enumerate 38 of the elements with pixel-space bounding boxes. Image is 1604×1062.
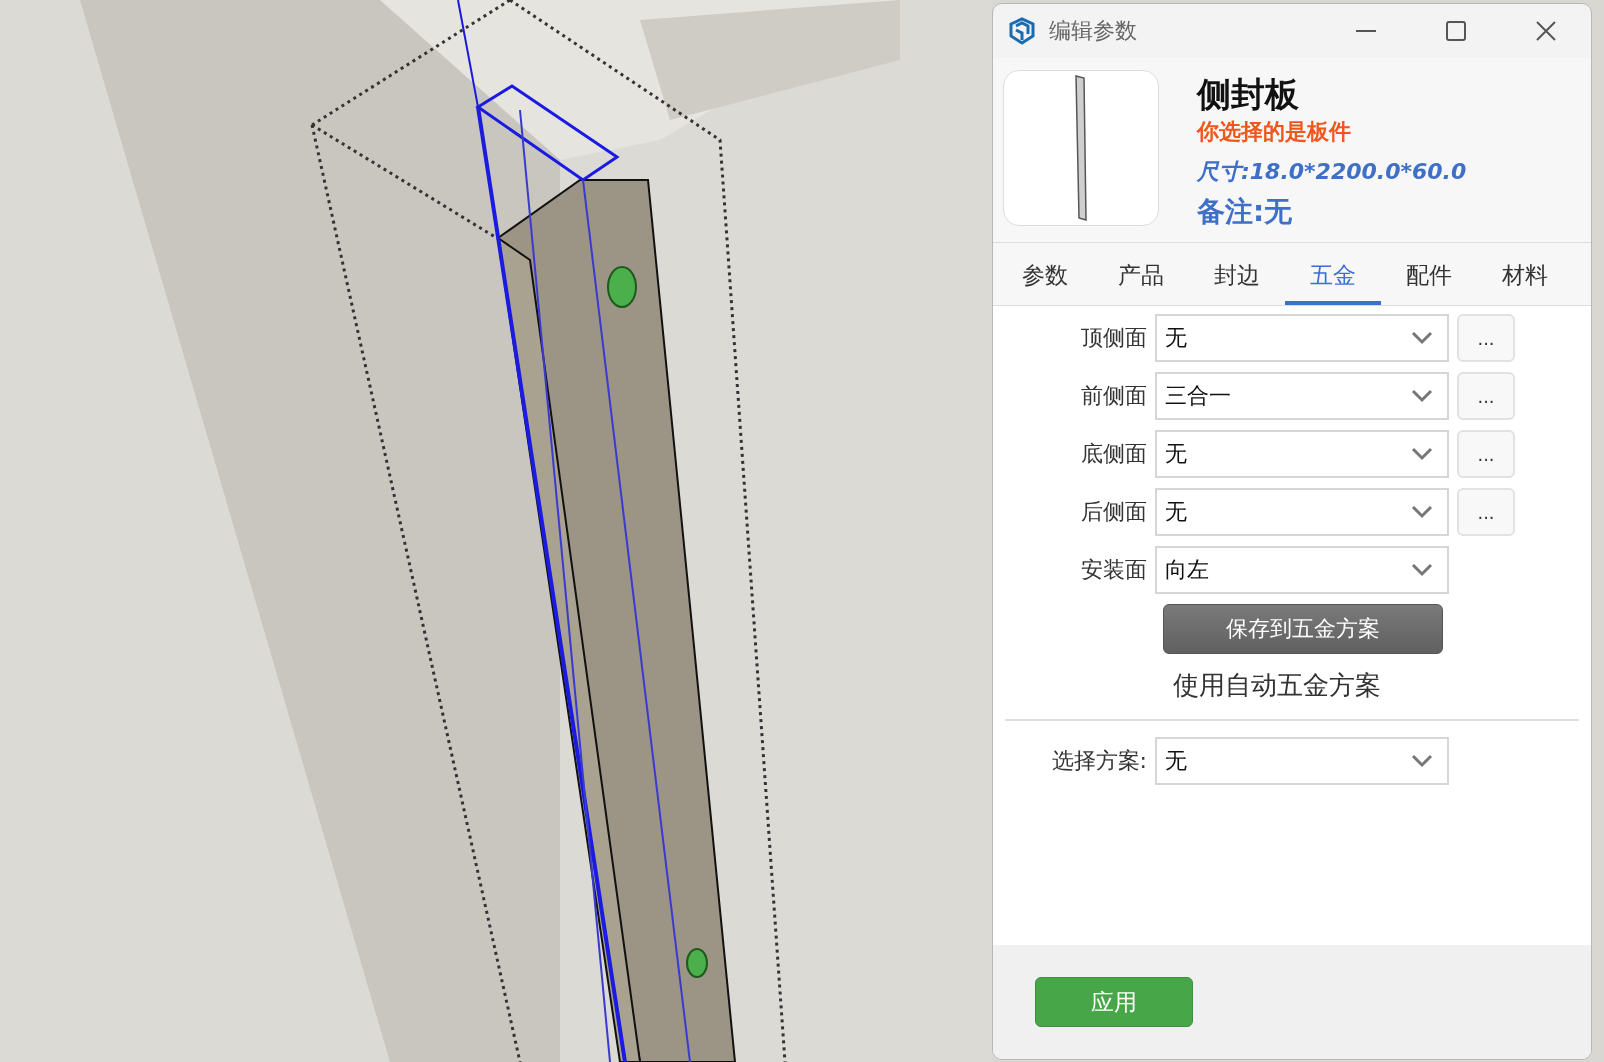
chevron-down-icon bbox=[1411, 447, 1433, 461]
more-button[interactable]: ... bbox=[1457, 430, 1515, 478]
more-button[interactable]: ... bbox=[1457, 314, 1515, 362]
more-button[interactable]: ... bbox=[1457, 372, 1515, 420]
part-name: 侧封板 bbox=[1197, 73, 1299, 116]
field-label: 安装面 bbox=[1080, 556, 1148, 584]
tab[interactable]: 封边 bbox=[1189, 243, 1285, 305]
tab[interactable]: 材料 bbox=[1477, 243, 1573, 305]
field-label: 前侧面 bbox=[1080, 382, 1148, 410]
dropdown[interactable]: 无 bbox=[1155, 314, 1449, 362]
chevron-down-icon bbox=[1411, 389, 1433, 403]
tab[interactable]: 产品 bbox=[1093, 243, 1189, 305]
selection-hint: 你选择的是板件 bbox=[1197, 118, 1351, 146]
dropdown[interactable]: 三合一 bbox=[1155, 372, 1449, 420]
chevron-down-icon bbox=[1411, 754, 1433, 768]
auto-scheme-link[interactable]: 使用自动五金方案 bbox=[1173, 668, 1381, 703]
app-logo-icon bbox=[1007, 16, 1037, 46]
part-size: 尺寸:18.0*2200.0*60.0 bbox=[1197, 158, 1467, 186]
field-label: 后侧面 bbox=[1080, 498, 1148, 526]
window-title: 编辑参数 bbox=[1049, 17, 1138, 45]
panel-preview-icon bbox=[1074, 74, 1088, 222]
chevron-down-icon bbox=[1411, 331, 1433, 345]
field-label: 顶侧面 bbox=[1080, 324, 1148, 352]
field-label: 选择方案: bbox=[1050, 747, 1148, 775]
maximize-icon[interactable] bbox=[1445, 20, 1467, 42]
close-icon[interactable] bbox=[1535, 20, 1557, 42]
chevron-down-icon bbox=[1411, 563, 1433, 577]
chevron-down-icon bbox=[1411, 505, 1433, 519]
more-button[interactable]: ... bbox=[1457, 488, 1515, 536]
part-note: 备注:无 bbox=[1197, 194, 1293, 230]
tab[interactable]: 参数 bbox=[997, 243, 1093, 305]
tab[interactable]: 配件 bbox=[1381, 243, 1477, 305]
dropdown[interactable]: 无 bbox=[1155, 488, 1449, 536]
field-label: 底侧面 bbox=[1080, 440, 1148, 468]
save-scheme-button[interactable]: 保存到五金方案 bbox=[1163, 604, 1443, 654]
dropdown[interactable]: 向左 bbox=[1155, 546, 1449, 594]
dropdown[interactable]: 无 bbox=[1155, 430, 1449, 478]
dropdown[interactable]: 无 bbox=[1155, 737, 1449, 785]
